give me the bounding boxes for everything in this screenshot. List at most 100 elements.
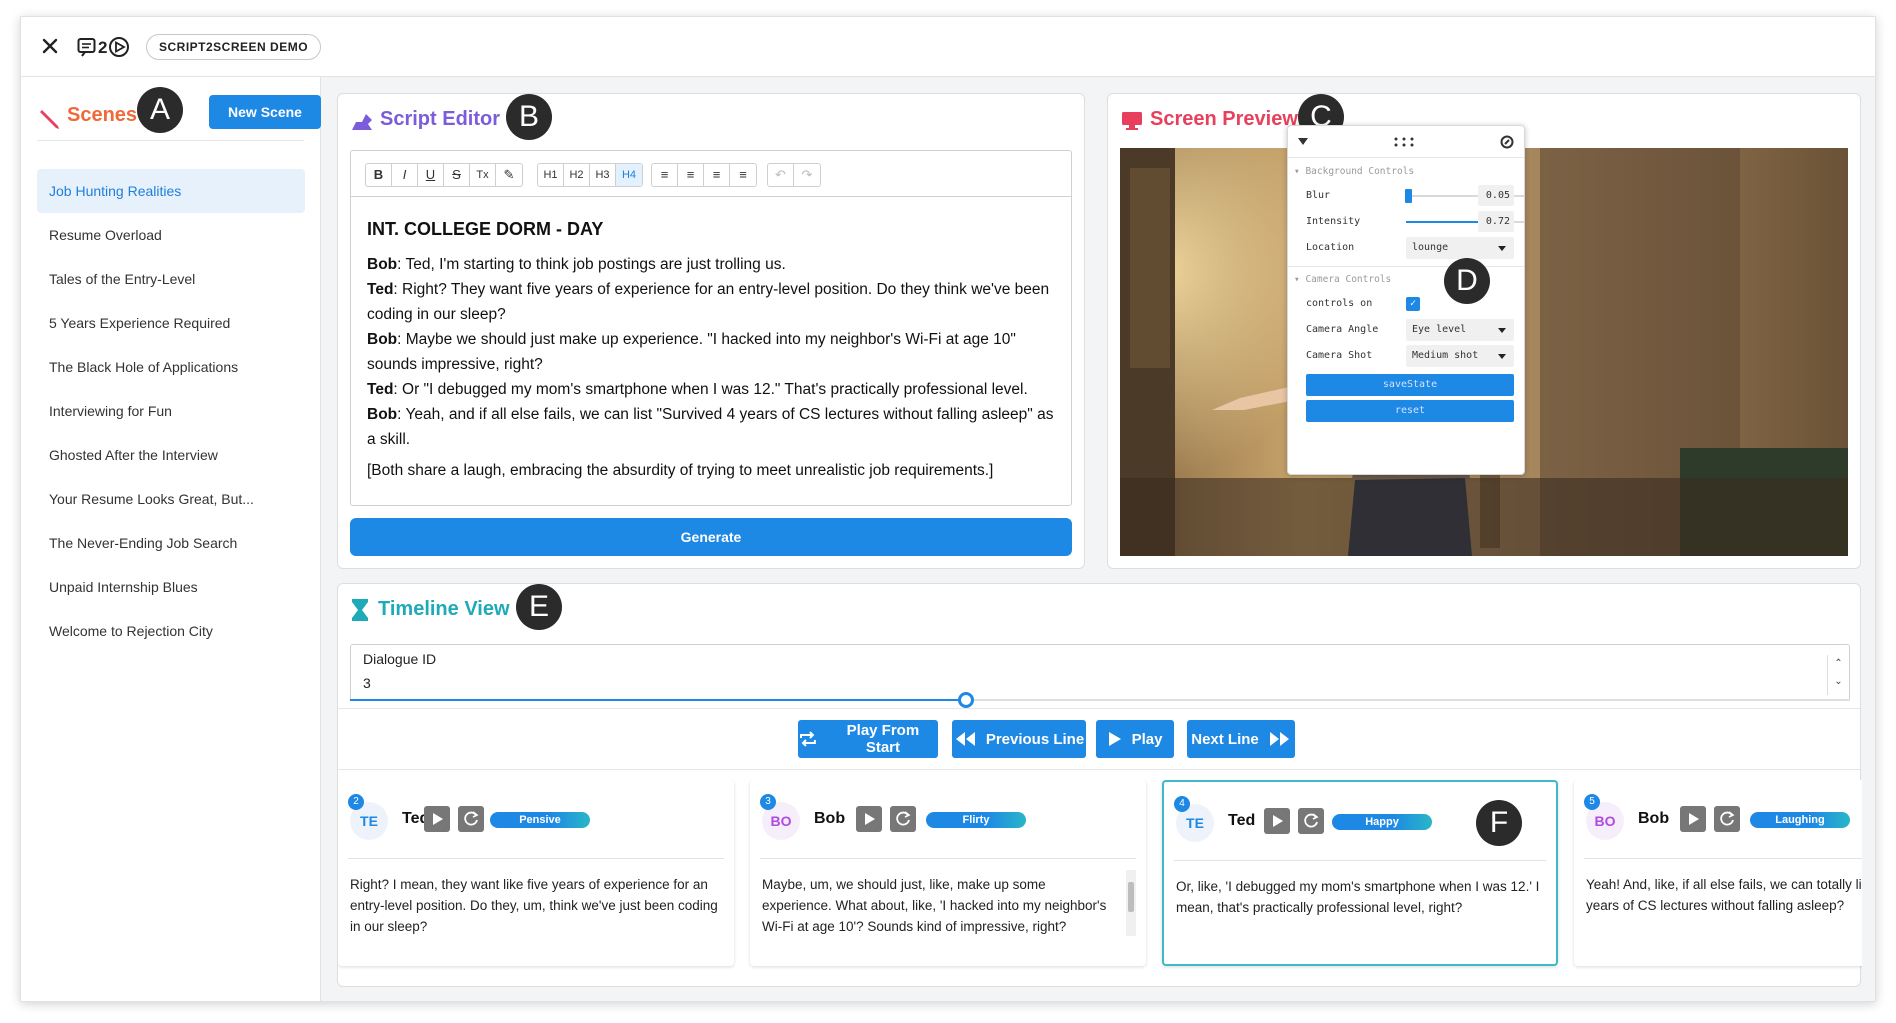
line-number-badge: 2 <box>348 794 364 810</box>
scene-item[interactable]: The Black Hole of Applications <box>37 345 305 389</box>
button-label: Play From Start <box>846 722 920 756</box>
heading-group: H1 H2 H3 H4 <box>537 163 643 187</box>
slider-knob[interactable] <box>1404 189 1412 203</box>
search-icon[interactable] <box>1500 135 1514 149</box>
play-line-button[interactable] <box>1264 808 1290 834</box>
intensity-value[interactable]: 0.72 <box>1478 211 1514 232</box>
line-text: : Right? They want five years of experie… <box>367 281 1050 323</box>
scrollbar-thumb[interactable] <box>1128 882 1134 912</box>
button-label: Next Line <box>1191 730 1259 748</box>
collapse-icon[interactable] <box>1298 138 1308 146</box>
scene-item[interactable]: The Never-Ending Job Search <box>37 521 305 565</box>
scene-item[interactable]: Interviewing for Fun <box>37 389 305 433</box>
timeline-knob[interactable] <box>958 692 974 708</box>
line-number-badge: 5 <box>1584 794 1600 810</box>
align-right-button[interactable]: ≡ <box>704 164 730 186</box>
line-text: Right? I mean, they want like five years… <box>350 877 718 934</box>
previous-line-button[interactable]: Previous Line <box>952 720 1086 758</box>
line-card[interactable]: TE 2 Ted Pensive Right? I mean, they wan… <box>338 780 734 966</box>
controls-header <box>1288 126 1524 158</box>
scenes-header: Scenes A New Scene <box>37 87 321 141</box>
blur-value[interactable]: 0.05 <box>1478 185 1514 206</box>
script-content[interactable]: INT. COLLEGE DORM - DAY Bob: Ted, I'm st… <box>367 217 1055 483</box>
refresh-icon <box>1304 813 1319 828</box>
scene-item[interactable]: Welcome to Rejection City <box>37 609 305 653</box>
script-editor-panel: Script Editor B B I U S Tx ✎ H1 H2 H3 H4 <box>337 93 1085 569</box>
regenerate-button[interactable] <box>458 806 484 832</box>
camera-shot-select[interactable]: Medium shot <box>1406 345 1514 367</box>
align-center-button[interactable]: ≡ <box>678 164 704 186</box>
camera-angle-select[interactable]: Eye level <box>1406 319 1514 341</box>
bold-button[interactable]: B <box>366 164 392 186</box>
dialogue-id-stepper[interactable]: ⌃ ⌄ <box>1827 655 1849 695</box>
regenerate-button[interactable] <box>1298 808 1324 834</box>
location-select[interactable]: lounge <box>1406 237 1514 259</box>
fast-forward-icon <box>1269 732 1289 746</box>
scene-item[interactable]: Tales of the Entry-Level <box>37 257 305 301</box>
hourglass-icon <box>352 599 368 621</box>
marker-b: B <box>506 94 552 140</box>
marker-d: D <box>1444 258 1490 304</box>
play-line-button[interactable] <box>1680 806 1706 832</box>
background-controls-section[interactable]: ▾ Background Controls <box>1294 166 1414 177</box>
camera-controls-section[interactable]: ▾ Camera Controls <box>1294 274 1391 285</box>
scene-list: Job Hunting Realities Resume Overload Ta… <box>37 169 305 653</box>
next-line-button[interactable]: Next Line <box>1187 720 1295 758</box>
scenes-sidebar: Scenes A New Scene Job Hunting Realities… <box>21 77 321 1001</box>
close-icon[interactable] <box>39 35 61 57</box>
highlight-button[interactable]: ✎ <box>496 164 522 186</box>
card-scrollbar[interactable] <box>1126 870 1136 936</box>
blur-control: Blur 0.05 <box>1306 184 1524 208</box>
align-justify-button[interactable]: ≡ <box>730 164 756 186</box>
scene-item[interactable]: Unpaid Internship Blues <box>37 565 305 609</box>
undo-button[interactable]: ↶ <box>768 164 794 186</box>
h1-button[interactable]: H1 <box>538 164 564 186</box>
generate-button[interactable]: Generate <box>350 518 1072 556</box>
align-left-button[interactable]: ≡ <box>652 164 678 186</box>
play-icon <box>1273 815 1283 827</box>
script-line: Bob: Yeah, and if all else fails, we can… <box>367 402 1055 452</box>
line-card[interactable]: BO 5 Bob Laughing Yeah! And, like, if al… <box>1574 780 1862 966</box>
italic-button[interactable]: I <box>392 164 418 186</box>
dialogue-id-label: Dialogue ID <box>363 651 437 667</box>
timeline-slider[interactable] <box>350 692 1850 708</box>
script-text-editor[interactable]: B I U S Tx ✎ H1 H2 H3 H4 ≡ ≡ ≡ ≡ ↶ ↷ INT… <box>350 150 1072 506</box>
play-icon <box>433 813 443 825</box>
timeline-progress <box>350 699 965 701</box>
scene-item[interactable]: Your Resume Looks Great, But... <box>37 477 305 521</box>
h2-button[interactable]: H2 <box>564 164 590 186</box>
new-scene-button[interactable]: New Scene <box>209 95 321 129</box>
play-from-start-button[interactable]: Play From Start <box>798 720 938 758</box>
dialogue-id-field[interactable]: Dialogue ID 3 ⌃ ⌄ <box>350 644 1850 700</box>
emotion-badge[interactable]: Happy <box>1332 814 1432 830</box>
play-line-button[interactable] <box>856 806 882 832</box>
camera-shot-control: Camera Shot Medium shot <box>1306 344 1514 368</box>
emotion-badge[interactable]: Pensive <box>490 812 590 828</box>
regenerate-button[interactable] <box>1714 806 1740 832</box>
line-card-selected[interactable]: TE 4 Ted Happy F Or, like, 'I debugged m… <box>1162 780 1558 966</box>
clear-format-button[interactable]: Tx <box>470 164 496 186</box>
reset-button[interactable]: reset <box>1306 400 1514 422</box>
save-state-button[interactable]: saveState <box>1306 374 1514 396</box>
scene-item[interactable]: Job Hunting Realities <box>37 169 305 213</box>
controls-on-checkbox[interactable]: ✓ <box>1406 297 1420 311</box>
line-card[interactable]: BO 3 Bob Flirty Maybe, um, we should jus… <box>750 780 1146 966</box>
underline-button[interactable]: U <box>418 164 444 186</box>
script-line: Ted: Right? They want five years of expe… <box>367 277 1055 327</box>
scenes-title: Scenes <box>67 104 138 126</box>
drag-handle-icon[interactable] <box>1394 137 1414 147</box>
play-line-button[interactable] <box>424 806 450 832</box>
regenerate-button[interactable] <box>890 806 916 832</box>
redo-button[interactable]: ↷ <box>794 164 820 186</box>
marker-a: A <box>137 87 183 133</box>
history-group: ↶ ↷ <box>767 163 821 187</box>
scene-item[interactable]: Resume Overload <box>37 213 305 257</box>
scene-item[interactable]: 5 Years Experience Required <box>37 301 305 345</box>
emotion-badge[interactable]: Flirty <box>926 812 1026 828</box>
play-button[interactable]: Play <box>1096 720 1174 758</box>
h3-button[interactable]: H3 <box>590 164 616 186</box>
emotion-badge[interactable]: Laughing <box>1750 812 1850 828</box>
scene-item[interactable]: Ghosted After the Interview <box>37 433 305 477</box>
h4-button[interactable]: H4 <box>616 164 642 186</box>
strikethrough-button[interactable]: S <box>444 164 470 186</box>
